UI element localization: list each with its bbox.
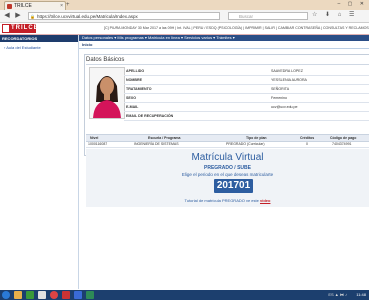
field-value: SEÑORITA [271, 87, 290, 91]
table-cell: 1000116087 [88, 142, 108, 146]
field-label: APELLIDO [126, 69, 145, 73]
field-row: TRATAMIENTO SEÑORITA [124, 85, 369, 94]
breadcrumb[interactable]: Inicio [82, 42, 92, 47]
excel-icon[interactable] [86, 291, 94, 299]
app-icon[interactable] [62, 291, 70, 299]
firefox-icon[interactable] [50, 291, 58, 299]
tutorial-text: Tutorial de matrícula PREGRADO ve este v… [86, 198, 369, 203]
field-value: Femenino [271, 96, 287, 100]
new-tab-button[interactable]: + [66, 2, 70, 8]
field-label: E-MAIL [126, 105, 139, 109]
field-label: TRATAMIENTO [126, 87, 152, 91]
field-label: SEXO [126, 96, 136, 100]
app-icon[interactable] [38, 291, 46, 299]
sidebar-item-aula[interactable]: › Aula del Estudiante [4, 45, 41, 50]
field-row: EMAIL DE RECUPERACIÓN [124, 112, 369, 121]
sidebar-heading: RECORDATORIOS [0, 35, 78, 42]
clock[interactable]: 11:48 [356, 290, 366, 300]
app-icon[interactable] [26, 291, 34, 299]
divider [86, 64, 369, 65]
toolbar-icons[interactable]: ☆ ⬇ ⌂ ☰ [312, 11, 357, 18]
word-icon[interactable] [74, 291, 82, 299]
period-button[interactable]: 201701 [214, 179, 253, 193]
field-label: NOMBRE [126, 78, 142, 82]
tutorial-video-link[interactable]: video [260, 198, 270, 203]
sidebar [0, 35, 79, 289]
field-row: NOMBRE YESSLENIA AURORA [124, 76, 369, 85]
field-value: YESSLENIA AURORA [271, 78, 307, 82]
table-cell: INGENIERÍA DE SISTEMAS [134, 142, 179, 146]
system-tray[interactable]: ES ▲ ⧓ ♪ [328, 290, 347, 300]
forward-arrow-icon[interactable]: ▶ [14, 12, 22, 20]
start-button-icon[interactable] [2, 291, 10, 299]
sidebar-item-label: Aula del Estudiante [6, 45, 41, 50]
field-label: EMAIL DE RECUPERACIÓN [126, 114, 174, 118]
divider [79, 48, 369, 49]
field-value: SAAVEDRA LOPEZ [271, 69, 303, 73]
address-bar[interactable]: https://trilce.ucvvirtual.edu.pe/Matricu… [28, 12, 220, 20]
matricula-description: Elige el periodo en el que deseas matric… [181, 172, 274, 177]
window-controls[interactable]: – ▢ ✕ [338, 0, 367, 9]
matricula-title: Matrícula Virtual [191, 152, 264, 163]
lock-icon: 🔒 [30, 14, 35, 19]
student-photo [89, 67, 125, 119]
back-arrow-icon[interactable]: ◀ [3, 12, 11, 20]
student-photo-image [90, 68, 124, 118]
panel-title: Datos Básicos [86, 57, 125, 63]
table-row[interactable]: 1000116087 INGENIERÍA DE SISTEMAS PREGRA… [86, 141, 369, 148]
tutorial-label: Tutorial de matrícula PREGRADO ve este [184, 198, 259, 203]
header-info: [C] PIURA MONDAY 30 Mar 2017 a las 09H |… [104, 26, 369, 30]
search-input[interactable]: Buscar [228, 12, 308, 20]
favicon-icon [7, 4, 12, 9]
field-row: SEXO Femenino [124, 94, 369, 103]
field-value: ucv@ucv.edu.pe [271, 105, 298, 109]
explorer-icon[interactable] [14, 291, 22, 299]
field-row: E-MAIL ucv@ucv.edu.pe [124, 103, 369, 112]
matricula-subtitle: PREGRADO / SUBE [204, 165, 251, 171]
table-cell: 0 [306, 142, 308, 146]
field-row: APELLIDO SAAVEDRA LOPEZ [124, 67, 369, 76]
table-cell: 7404374991 [332, 142, 352, 146]
main-menu[interactable]: Datos personales ▾ Mis programas ▾ Matrí… [79, 35, 369, 41]
logo-mark-icon [3, 25, 9, 32]
table-cell: PREGRADO (Curricular) [226, 142, 265, 146]
